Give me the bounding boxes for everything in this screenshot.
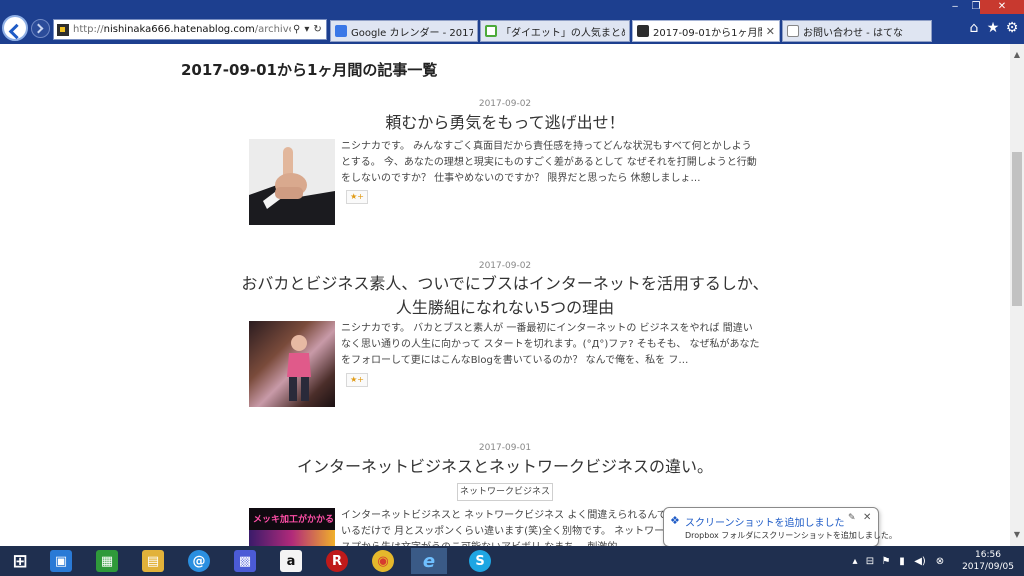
address-url[interactable]: http://nishinaka666.hatenablog.com/archi… (73, 24, 291, 35)
add-star-button[interactable]: ★+ (346, 373, 368, 387)
entry-title[interactable]: 頼むから勇気をもって逃げ出せ！ (235, 111, 775, 135)
site-favicon-icon (57, 23, 69, 36)
taskbar-explorer[interactable]: ▤ (135, 548, 171, 574)
system-tray: ▴ ⊟ ⚑ ▮ ◀) ⊗ (848, 546, 950, 576)
volume-icon[interactable]: ◀) (910, 556, 930, 567)
tab-diet-matome[interactable]: 「ダイエット」の人気まとめ一覧 - ... (480, 20, 630, 42)
settings-gear-icon[interactable]: ⚙ (1004, 20, 1020, 36)
network-icon[interactable]: ▮ (894, 556, 910, 567)
desktop-icon: ▣ (50, 550, 72, 572)
forward-button[interactable] (31, 19, 50, 38)
taskbar-amazon[interactable]: a (273, 548, 309, 574)
entry-title[interactable]: インターネットビジネスとネットワークビジネスの違い。 (235, 455, 775, 479)
browser-chrome: http://nishinaka666.hatenablog.com/archi… (0, 0, 1024, 44)
favorites-icon[interactable]: ★ (985, 20, 1001, 36)
ime-icon[interactable]: ⊗ (930, 556, 950, 567)
taskbar-desktop[interactable]: ▣ (43, 548, 79, 574)
close-window-button[interactable]: ✕ (980, 0, 1024, 14)
minimize-button[interactable]: ‒ (945, 0, 965, 14)
page-content: 2017-09-01から1ヶ月間の記事一覧 2017-09-02 頼むから勇気を… (0, 44, 1010, 546)
action-center-flag-icon[interactable]: ⚑ (878, 556, 894, 567)
clock-date: 2017/09/05 (962, 562, 1014, 572)
entry-title[interactable]: おバカとビジネス素人、ついでにブスはインターネットを活用するしか、人生勝組になれ… (235, 272, 775, 320)
search-icon[interactable]: ⚲ (293, 24, 300, 35)
taskbar-calculator[interactable]: ▩ (227, 548, 263, 574)
entry-date: 2017-09-02 (478, 99, 532, 109)
neon-lights-icon (249, 530, 335, 546)
notification-body: Dropbox フォルダにスクリーンショットを追加しました。 (685, 531, 897, 540)
person-photo-icon (287, 335, 311, 401)
archive-title: 2017-09-01から1ヶ月間の記事一覧 (181, 61, 438, 79)
blog-favicon-icon (637, 25, 649, 37)
show-hidden-icons-icon[interactable]: ▴ (848, 556, 862, 567)
entry-thumbnail[interactable]: メッキ加工がかかる (249, 508, 335, 546)
folder-icon: ▤ (142, 550, 164, 572)
calendar-icon (335, 25, 347, 37)
scroll-thumb[interactable] (1012, 152, 1022, 306)
windows-logo-icon: ⊞ (12, 550, 28, 572)
vertical-scrollbar[interactable]: ▲ ▼ (1010, 44, 1024, 546)
taskbar-rakuten[interactable]: R (319, 548, 355, 574)
rakuten-icon: R (326, 550, 348, 572)
refresh-icon[interactable]: ↻ (313, 24, 321, 35)
system-clock[interactable]: 16:56 2017/09/05 (955, 549, 1021, 573)
close-notification-icon[interactable]: ✕ (863, 512, 871, 523)
taskbar-internet-explorer[interactable]: e (411, 548, 447, 574)
taskbar: ⊞ ▣ ▦ ▤ @ ▩ a R ◉ e S ▴ ⊟ ⚑ ▮ ◀) ⊗ 16:56… (0, 546, 1024, 576)
close-tab-icon[interactable]: ✕ (766, 25, 775, 38)
tab-contact[interactable]: お問い合わせ - はてな (782, 20, 932, 42)
back-button[interactable] (2, 15, 28, 41)
page-icon (787, 25, 799, 37)
taskbar-chrome[interactable]: ◉ (365, 548, 401, 574)
thumbnail-caption: メッキ加工がかかる (253, 515, 335, 525)
dropbox-notification[interactable]: ❖ スクリーンショットを追加しました Dropbox フォルダにスクリーンショッ… (663, 507, 897, 554)
category-tag[interactable]: ネットワークビジネス (457, 483, 553, 501)
taskbar-store[interactable]: ▦ (89, 548, 125, 574)
address-bar[interactable]: http://nishinaka666.hatenablog.com/archi… (53, 19, 327, 40)
taskbar-mail[interactable]: @ (181, 548, 217, 574)
tab-archive[interactable]: 2017-09-01から1ヶ月間の... ✕ (632, 20, 780, 42)
tab-google-calendar[interactable]: Google カレンダー - 2017年 9... (330, 20, 478, 42)
ie-icon: e (422, 550, 436, 572)
dropbox-icon: ❖ (670, 514, 680, 527)
dropdown-icon[interactable]: ▾ (304, 24, 309, 35)
middle-finger-photo-icon (249, 139, 335, 225)
pin-icon[interactable]: ✎ (848, 513, 856, 523)
start-button[interactable]: ⊞ (2, 548, 38, 574)
dropbox-tray-icon[interactable]: ⊟ (862, 556, 878, 567)
scroll-up-icon[interactable]: ▲ (1010, 48, 1024, 62)
matome-icon (485, 25, 497, 37)
skype-icon: S (469, 550, 491, 572)
calculator-icon: ▩ (234, 550, 256, 572)
entry-excerpt: ニシナカです。 バカとブスと素人が 一番最初にインターネットの ビジネスをやれば… (341, 323, 760, 366)
amazon-icon: a (280, 550, 302, 572)
clock-time: 16:56 (975, 550, 1001, 560)
entry-date: 2017-09-01 (478, 443, 532, 453)
home-icon[interactable]: ⌂ (966, 20, 982, 36)
notification-title[interactable]: スクリーンショットを追加しました (685, 514, 845, 529)
entry-thumbnail[interactable] (249, 321, 335, 407)
taskbar-skype[interactable]: S (462, 548, 498, 574)
entry-thumbnail[interactable] (249, 139, 335, 225)
add-star-button[interactable]: ★+ (346, 190, 368, 204)
entry-excerpt: ニシナカです。 みんなすごく真面目だから責任感を持ってどんな状況もすべて何とかし… (341, 141, 757, 184)
chrome-icon: ◉ (372, 550, 394, 572)
scroll-down-icon[interactable]: ▼ (1010, 528, 1024, 542)
entry-date: 2017-09-02 (478, 261, 532, 271)
store-icon: ▦ (96, 550, 118, 572)
mail-icon: @ (188, 550, 210, 572)
